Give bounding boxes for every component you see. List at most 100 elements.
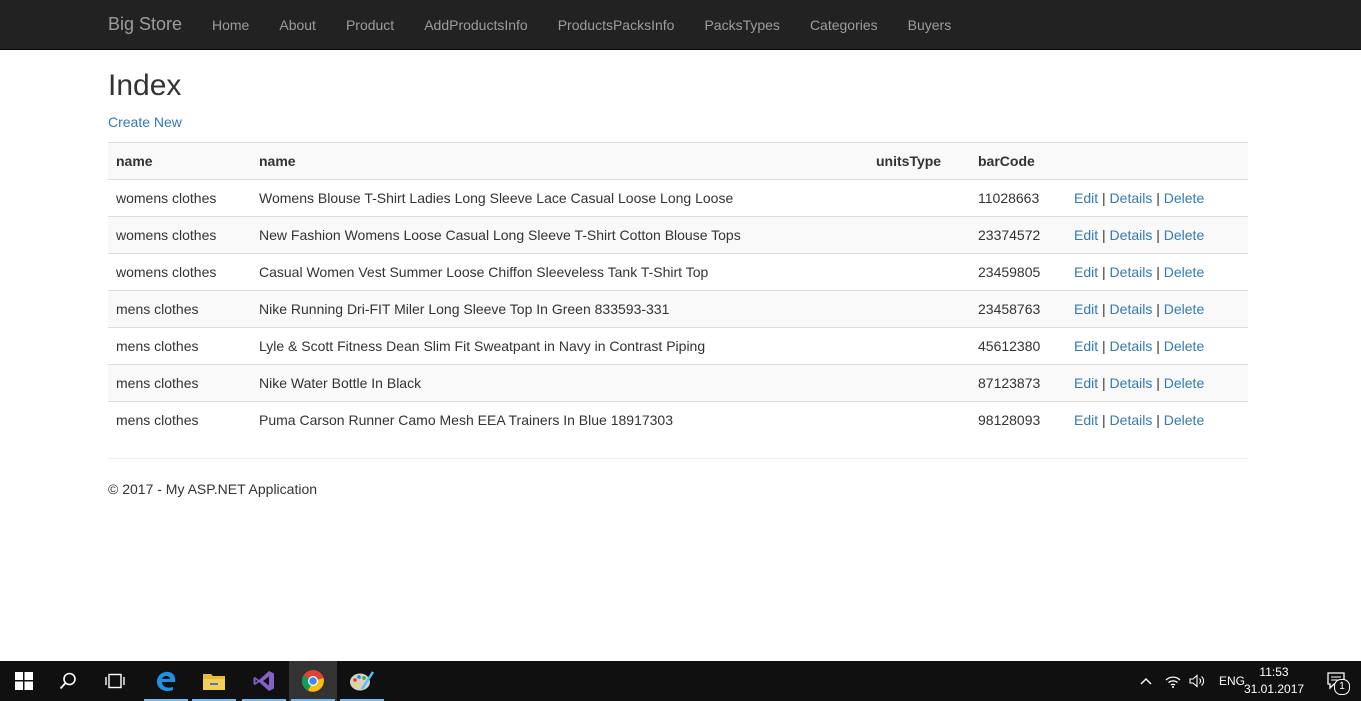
system-tray: ENG: [1139, 661, 1245, 701]
cell-barcode: 23459805: [970, 253, 1066, 291]
nav-packstypes[interactable]: PacksTypes: [689, 0, 794, 50]
cell-actions: Edit | Details | Delete: [1066, 364, 1248, 402]
table-row: mens clothes Nike Water Bottle In Black 87…: [108, 364, 1248, 402]
cell-product-name: Nike Running Dri-FIT Miler Long Sleeve T…: [251, 290, 868, 328]
table-row: womens clothes Womens Blouse T-Shirt Ladi…: [108, 179, 1248, 217]
cell-units-type: [868, 364, 970, 402]
details-link[interactable]: Details: [1110, 338, 1153, 354]
table-row: mens clothes Puma Carson Runner Camo Mesh…: [108, 401, 1248, 439]
cell-product-name: New Fashion Womens Loose Casual Long Sle…: [251, 216, 868, 254]
visual-studio-icon[interactable]: [240, 661, 288, 701]
details-link[interactable]: Details: [1110, 412, 1153, 428]
cell-product-name: Casual Women Vest Summer Loose Chiffon S…: [251, 253, 868, 291]
cell-barcode: 45612380: [970, 327, 1066, 365]
table-row: womens clothes New Fashion Womens Loose C…: [108, 216, 1248, 254]
footer-text: © 2017 - My ASP.NET Application: [108, 481, 318, 497]
action-separator: |: [1102, 412, 1106, 429]
windows-taskbar: ENG 11:53 31.01.2017 1: [0, 661, 1361, 701]
nav-menu: Home About Product AddProductsInfo Produ…: [197, 0, 966, 50]
action-separator: |: [1102, 338, 1106, 354]
edge-icon[interactable]: [142, 661, 190, 701]
cell-units-type: [868, 253, 970, 291]
clock-time: 11:53: [1259, 665, 1289, 679]
action-separator: |: [1156, 227, 1160, 243]
cell-units-type: [868, 180, 970, 217]
action-separator: |: [1156, 301, 1160, 317]
header-category-name: name: [108, 142, 251, 180]
cell-product-name: Nike Water Bottle In Black: [251, 364, 868, 402]
header-barcode: barCode: [970, 142, 1066, 180]
nav-categories[interactable]: Categories: [795, 0, 893, 50]
search-icon[interactable]: [44, 661, 92, 701]
edit-link[interactable]: Edit: [1074, 301, 1098, 317]
clock[interactable]: 11:53 31.01.2017: [1244, 664, 1304, 698]
delete-link[interactable]: Delete: [1164, 338, 1204, 354]
delete-link[interactable]: Delete: [1164, 190, 1204, 206]
details-link[interactable]: Details: [1110, 301, 1153, 317]
chevron-up-icon[interactable]: [1139, 677, 1153, 685]
page-title: Index: [108, 69, 182, 102]
delete-link[interactable]: Delete: [1164, 264, 1204, 280]
details-link[interactable]: Details: [1110, 375, 1153, 391]
action-separator: |: [1102, 264, 1106, 280]
delete-link[interactable]: Delete: [1164, 375, 1204, 391]
chrome-icon[interactable]: [289, 661, 337, 701]
header-units-type: unitsType: [868, 142, 970, 180]
edit-link[interactable]: Edit: [1074, 338, 1098, 354]
edit-link[interactable]: Edit: [1074, 375, 1098, 391]
delete-link[interactable]: Delete: [1164, 227, 1204, 243]
action-separator: |: [1156, 338, 1160, 354]
cell-units-type: [868, 290, 970, 328]
header-actions: [1066, 142, 1248, 180]
action-separator: |: [1102, 375, 1106, 391]
nav-buyers[interactable]: Buyers: [893, 0, 967, 50]
cell-category: mens clothes: [108, 290, 251, 328]
paint-icon[interactable]: [338, 661, 386, 701]
file-explorer-icon[interactable]: [190, 661, 238, 701]
task-view-icon[interactable]: [91, 661, 139, 701]
cell-category: mens clothes: [108, 364, 251, 402]
delete-link[interactable]: Delete: [1164, 301, 1204, 317]
nav-product[interactable]: Product: [331, 0, 409, 50]
cell-barcode: 87123873: [970, 364, 1066, 402]
cell-actions: Edit | Details | Delete: [1066, 216, 1248, 254]
table-row: mens clothes Lyle & Scott Fitness Dean Sl…: [108, 327, 1248, 365]
cell-product-name: Womens Blouse T-Shirt Ladies Long Sleeve…: [259, 190, 734, 206]
wifi-icon[interactable]: [1165, 674, 1181, 688]
details-link[interactable]: Details: [1110, 227, 1153, 243]
edit-link[interactable]: Edit: [1074, 412, 1098, 428]
action-separator: |: [1156, 264, 1160, 280]
nav-productspacksinfo[interactable]: ProductsPacksInfo: [543, 0, 690, 50]
windows-start-icon[interactable]: [0, 661, 48, 701]
details-link[interactable]: Details: [1110, 190, 1153, 206]
action-separator: |: [1102, 301, 1106, 317]
create-new-link[interactable]: Create New: [108, 114, 182, 130]
nav-about[interactable]: About: [264, 0, 331, 50]
edit-link[interactable]: Edit: [1074, 227, 1098, 243]
cell-actions: Edit | Details | Delete: [1066, 290, 1248, 328]
edit-link[interactable]: Edit: [1074, 190, 1098, 206]
details-link[interactable]: Details: [1110, 264, 1153, 280]
cell-category: womens clothes: [108, 216, 251, 254]
table-header-row: name name unitsType barCode: [108, 142, 1248, 180]
cell-actions: Edit | Details | Delete: [1066, 180, 1248, 217]
notification-count-badge: 1: [1334, 679, 1350, 695]
action-separator: |: [1102, 227, 1106, 243]
cell-units-type: [868, 327, 970, 365]
cell-category: mens clothes: [108, 401, 251, 439]
delete-link[interactable]: Delete: [1164, 412, 1204, 428]
table-row: mens clothes Nike Running Dri-FIT Miler L…: [108, 290, 1248, 328]
language-indicator[interactable]: ENG: [1219, 674, 1245, 688]
notification-center-icon[interactable]: 1: [1313, 661, 1361, 701]
cell-product-name: Puma Carson Runner Camo Mesh EEA Trainer…: [251, 401, 868, 439]
nav-home[interactable]: Home: [197, 0, 264, 50]
header-product-name: name: [251, 142, 868, 180]
volume-icon[interactable]: [1189, 674, 1205, 688]
cell-barcode: 98128093: [970, 401, 1066, 439]
nav-addproductsinfo[interactable]: AddProductsInfo: [409, 0, 543, 50]
brand-link[interactable]: Big Store: [108, 14, 182, 35]
action-separator: |: [1102, 190, 1106, 206]
products-table: name name unitsType barCode womens cloth…: [108, 142, 1248, 439]
edit-link[interactable]: Edit: [1074, 264, 1098, 280]
cell-category: mens clothes: [108, 327, 251, 365]
